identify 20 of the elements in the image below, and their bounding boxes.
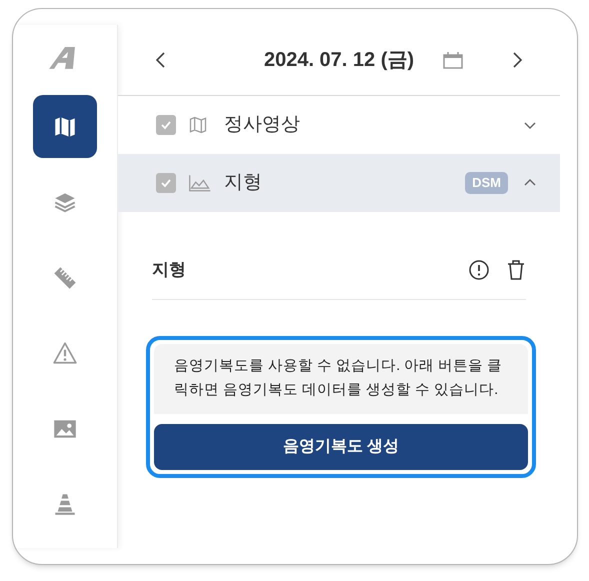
checkbox[interactable] — [156, 173, 176, 193]
delete-icon[interactable] — [506, 258, 526, 280]
checkbox[interactable] — [156, 115, 176, 135]
ruler-icon — [52, 264, 78, 291]
sidebar-item[interactable] — [33, 94, 97, 158]
layer-label: 지형 — [224, 170, 263, 195]
warning-icon — [52, 340, 78, 366]
check-icon — [160, 177, 172, 189]
notice-message: 음영기복도를 사용할 수 없습니다. 아래 버튼을 클릭하면 음영기복도 데이터를 생성할 수 있습니다. — [154, 344, 528, 414]
date-label: 2024. 07. 12 (금) — [264, 48, 414, 73]
layer-label: 정사영상 — [224, 112, 301, 137]
info-icon[interactable] — [468, 258, 490, 280]
calendar-icon[interactable] — [442, 51, 464, 69]
layer-badge: DSM — [465, 172, 508, 194]
terrain-icon — [188, 173, 212, 193]
generate-button[interactable]: 음영기복도 생성 — [154, 424, 528, 470]
check-icon — [160, 119, 172, 131]
map-icon — [188, 115, 208, 135]
layer-row[interactable]: 지형 DSM — [118, 154, 560, 212]
section-title: 지형 — [152, 258, 186, 281]
